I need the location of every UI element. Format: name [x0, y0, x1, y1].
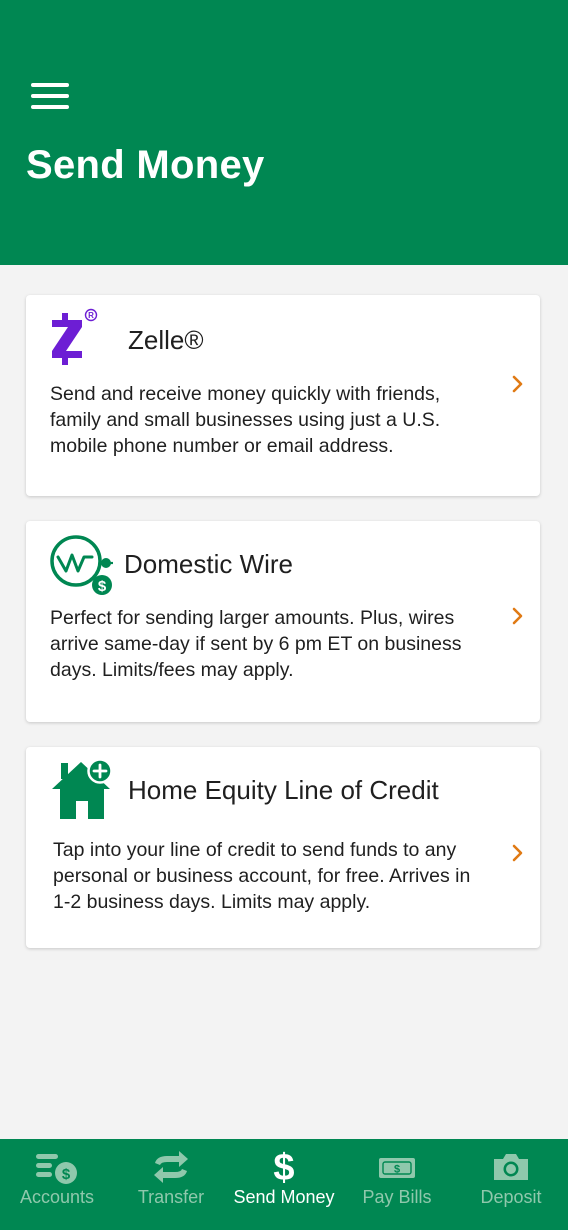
tab-transfer[interactable]: Transfer — [114, 1139, 228, 1230]
svg-text:$: $ — [62, 1166, 71, 1183]
chevron-right-icon — [512, 375, 523, 393]
bottom-tab-bar: $ Accounts Transfer $ Send Money $ Pay B… — [0, 1139, 568, 1230]
zelle-option-card[interactable]: R Zelle® Send and receive money quickly … — [26, 295, 540, 496]
home-plus-icon — [52, 758, 113, 819]
heloc-option-card[interactable]: Home Equity Line of Credit Tap into your… — [26, 747, 540, 948]
domestic-wire-option-card[interactable]: $ Domestic Wire Perfect for sending larg… — [26, 521, 540, 722]
tab-label: Send Money — [233, 1187, 335, 1207]
zelle-logo-icon: R — [52, 308, 98, 365]
hamburger-menu-button[interactable] — [31, 82, 71, 112]
transfer-icon — [154, 1151, 188, 1183]
tab-label: Pay Bills — [362, 1187, 432, 1207]
zelle-option-title: Zelle® — [128, 325, 204, 355]
tab-label: Accounts — [19, 1187, 95, 1207]
page-title: Send Money — [26, 143, 265, 187]
accounts-icon: $ — [36, 1154, 77, 1184]
zelle-option-description: Send and receive money quickly with frie… — [50, 383, 441, 457]
svg-text:$: $ — [273, 1147, 294, 1185]
heloc-option-description: Tap into your line of credit to send fun… — [53, 839, 471, 913]
svg-text:$: $ — [98, 578, 107, 595]
chevron-right-icon — [512, 844, 523, 862]
tab-send-money[interactable]: $ Send Money — [228, 1139, 340, 1230]
tab-deposit[interactable]: Deposit — [454, 1139, 568, 1230]
camera-icon — [494, 1154, 528, 1180]
tab-label: Transfer — [137, 1187, 205, 1207]
app-header: Send Money — [0, 0, 568, 265]
svg-text:$: $ — [394, 1164, 400, 1176]
bill-icon: $ — [379, 1158, 415, 1178]
dollar-icon: $ — [273, 1147, 294, 1185]
heloc-option-title: Home Equity Line of Credit — [128, 775, 439, 805]
chevron-right-icon — [512, 607, 523, 625]
tab-pay-bills[interactable]: $ Pay Bills — [340, 1139, 454, 1230]
svg-text:R: R — [88, 311, 94, 320]
wire-transfer-icon: $ — [50, 535, 113, 595]
tab-label: Deposit — [480, 1187, 542, 1207]
domestic-wire-option-description: Perfect for sending larger amounts. Plus… — [50, 607, 462, 681]
tab-accounts[interactable]: $ Accounts — [0, 1139, 114, 1230]
domestic-wire-option-title: Domestic Wire — [124, 549, 294, 579]
